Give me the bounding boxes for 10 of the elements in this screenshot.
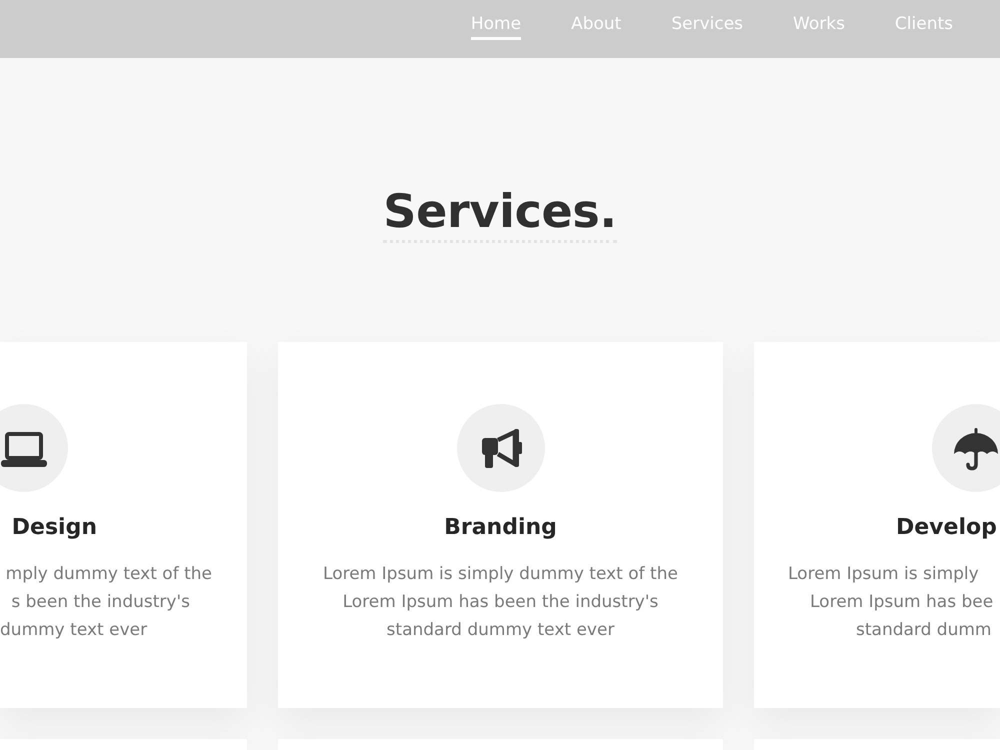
laptop-icon [0, 404, 68, 492]
card-title: Branding [444, 514, 557, 542]
umbrella-icon [932, 404, 1000, 492]
megaphone-icon [456, 404, 544, 492]
card-description: Lorem Ipsum is simply Lorem Ipsum has bee standard dumm [787, 563, 994, 642]
card-description: Lorem Ipsum is simply dummy text of the Lorem Ipsum has been the industry's standard dummy text ever [323, 563, 678, 642]
card-title: Develop [896, 514, 997, 542]
card-description: mply dummy text of the s been the industry's dummy text ever [0, 563, 213, 642]
section-title: Services. [383, 184, 617, 238]
card-title: Design [12, 514, 97, 542]
